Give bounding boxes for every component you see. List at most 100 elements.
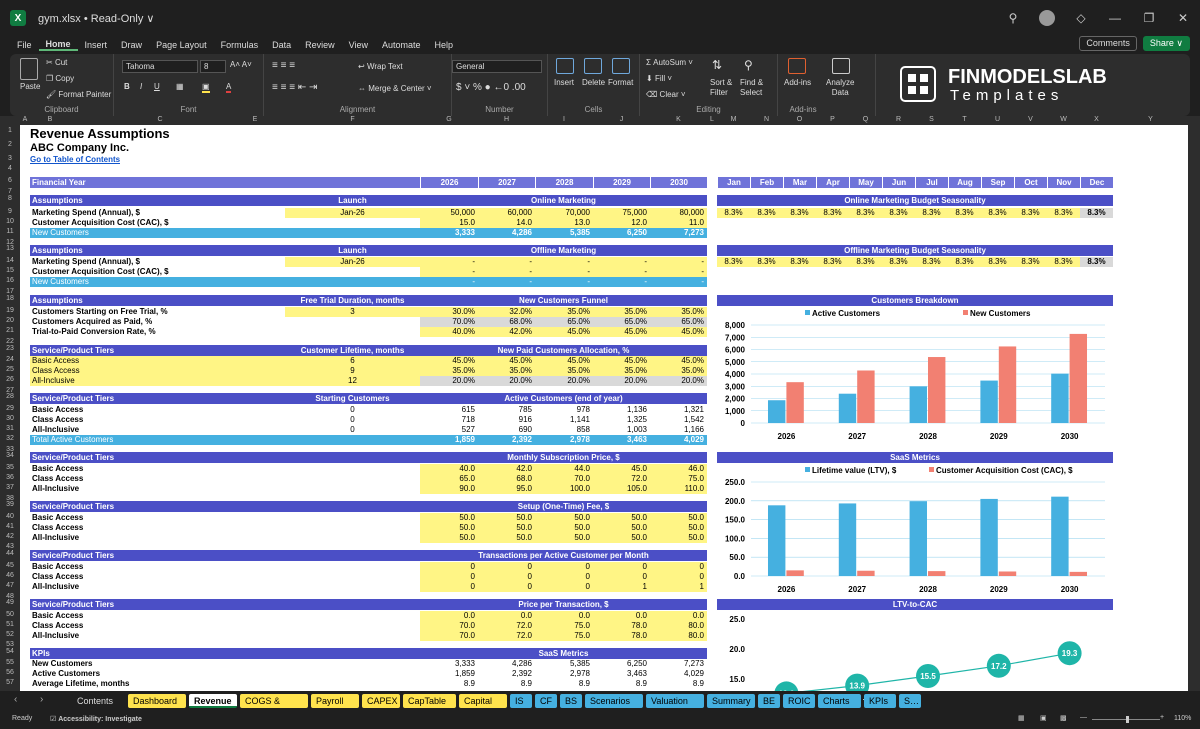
column-header[interactable]: I: [535, 116, 593, 123]
tab-captable[interactable]: CapTable: [403, 694, 456, 708]
data-cell[interactable]: 4,029: [650, 435, 707, 445]
data-cell[interactable]: 13.0: [535, 218, 593, 228]
currency-icon[interactable]: $ ˅ % ● ←0 .00: [456, 82, 526, 93]
data-cell[interactable]: 785: [478, 405, 535, 415]
autosum-button[interactable]: Σ AutoSum ˅: [646, 58, 693, 67]
row-header[interactable]: 16: [0, 277, 20, 284]
data-cell[interactable]: 4,286: [478, 228, 535, 238]
launch-cell[interactable]: Jan-26: [285, 257, 420, 267]
addins-button[interactable]: Add-ins: [784, 78, 811, 87]
data-cell[interactable]: 5,385: [535, 659, 593, 669]
row-header[interactable]: 52: [0, 631, 20, 638]
data-cell[interactable]: -: [420, 257, 478, 267]
column-header[interactable]: W: [1047, 116, 1080, 123]
tab-kpis[interactable]: KPIs: [864, 694, 896, 708]
column-header[interactable]: M: [717, 116, 750, 123]
row-header[interactable]: 47: [0, 582, 20, 589]
data-cell[interactable]: 50.0: [593, 513, 650, 523]
data-cell[interactable]: 3,463: [593, 669, 650, 679]
row-header[interactable]: 22: [0, 338, 20, 345]
wrap-text-button[interactable]: ↩ Wrap Text: [358, 62, 403, 71]
fill-button[interactable]: ⬇ Fill ˅: [646, 74, 672, 83]
data-cell[interactable]: 0: [535, 562, 593, 572]
data-cell[interactable]: 8.9: [650, 679, 707, 689]
row-header[interactable]: 29: [0, 405, 20, 412]
tab-capex[interactable]: CAPEX: [362, 694, 400, 708]
data-cell[interactable]: 90.0: [420, 484, 478, 494]
data-cell[interactable]: 50,000: [420, 208, 478, 218]
ltv-to-cac-chart[interactable]: LTV-to-CAC25.020.015.010.012.613.915.517…: [717, 599, 1113, 691]
row-header[interactable]: 26: [0, 376, 20, 383]
data-cell[interactable]: 35.0%: [535, 366, 593, 376]
row-header[interactable]: 25: [0, 366, 20, 373]
data-cell[interactable]: 2,392: [478, 669, 535, 679]
data-cell[interactable]: 35.0%: [420, 366, 478, 376]
seasonality-cell[interactable]: 8.3%: [948, 208, 981, 218]
row-header[interactable]: 45: [0, 562, 20, 569]
data-cell[interactable]: 110.0: [650, 484, 707, 494]
row-header[interactable]: 40: [0, 513, 20, 520]
number-format-select[interactable]: General: [452, 60, 542, 73]
data-cell[interactable]: 0: [478, 562, 535, 572]
seasonality-cell[interactable]: 8.3%: [1080, 208, 1113, 218]
sort-filter-button[interactable]: Sort & Filter: [710, 78, 732, 98]
tab-be[interactable]: BE: [758, 694, 780, 708]
data-cell[interactable]: 50.0: [535, 523, 593, 533]
data-cell[interactable]: 72.0: [593, 474, 650, 484]
font-name-select[interactable]: Tahoma: [122, 60, 198, 73]
data-cell[interactable]: 0: [650, 562, 707, 572]
data-cell[interactable]: 2,392: [478, 435, 535, 445]
menu-data[interactable]: Data: [265, 40, 298, 50]
data-cell[interactable]: 80,000: [650, 208, 707, 218]
row-header[interactable]: 8: [0, 195, 20, 202]
menu-home[interactable]: Home: [38, 39, 78, 51]
data-cell[interactable]: -: [420, 277, 478, 287]
row-header[interactable]: 4: [0, 165, 20, 172]
customers-breakdown-chart[interactable]: Customers Breakdown Active Customers New C…: [717, 295, 1113, 445]
data-cell[interactable]: 1,141: [535, 415, 593, 425]
data-cell[interactable]: 1: [593, 582, 650, 592]
data-cell[interactable]: 718: [420, 415, 478, 425]
data-cell[interactable]: 50.0: [650, 523, 707, 533]
seasonality-cell[interactable]: 8.3%: [750, 257, 783, 267]
seasonality-cell[interactable]: 8.3%: [915, 257, 948, 267]
row-header[interactable]: 24: [0, 356, 20, 363]
tab-scroll-left-icon[interactable]: ‹: [14, 694, 17, 705]
page-layout-icon[interactable]: ▣: [1040, 714, 1047, 722]
close-icon[interactable]: ✕: [1166, 11, 1200, 25]
data-cell[interactable]: 65.0: [420, 474, 478, 484]
row-header[interactable]: 3: [0, 155, 20, 162]
data-cell[interactable]: 78.0: [593, 631, 650, 641]
row-header[interactable]: 56: [0, 669, 20, 676]
data-cell[interactable]: 2,978: [535, 669, 593, 679]
data-cell[interactable]: 1,542: [650, 415, 707, 425]
data-cell[interactable]: 100.0: [535, 484, 593, 494]
column-header[interactable]: J: [593, 116, 650, 123]
data-cell[interactable]: 45.0%: [420, 356, 478, 366]
column-header[interactable]: R: [882, 116, 915, 123]
data-cell[interactable]: 1,136: [593, 405, 650, 415]
data-cell[interactable]: 50.0: [650, 533, 707, 543]
copy-button[interactable]: ❐ Copy: [46, 74, 74, 83]
data-cell[interactable]: 35.0%: [593, 366, 650, 376]
find-select-icon[interactable]: ⚲: [744, 58, 753, 72]
data-cell[interactable]: 70.0: [420, 631, 478, 641]
data-cell[interactable]: 72.0: [478, 631, 535, 641]
data-cell[interactable]: 80.0: [650, 631, 707, 641]
data-cell[interactable]: 45.0%: [593, 356, 650, 366]
row-header[interactable]: 30: [0, 415, 20, 422]
column-header[interactable]: Q: [849, 116, 882, 123]
row-header[interactable]: 42: [0, 533, 20, 540]
paste-icon[interactable]: [20, 58, 38, 80]
column-header[interactable]: B: [30, 116, 70, 123]
seasonality-cell[interactable]: 8.3%: [717, 208, 750, 218]
data-cell[interactable]: 1,321: [650, 405, 707, 415]
data-cell[interactable]: 1,003: [593, 425, 650, 435]
zoom-in-icon[interactable]: +: [1160, 714, 1164, 721]
zoom-out-icon[interactable]: —: [1080, 714, 1087, 721]
tab-bs[interactable]: BS: [560, 694, 582, 708]
data-cell[interactable]: 978: [535, 405, 593, 415]
seasonality-cell[interactable]: 8.3%: [1047, 257, 1080, 267]
data-cell[interactable]: 45.0%: [535, 356, 593, 366]
row-header[interactable]: 1: [0, 127, 20, 134]
